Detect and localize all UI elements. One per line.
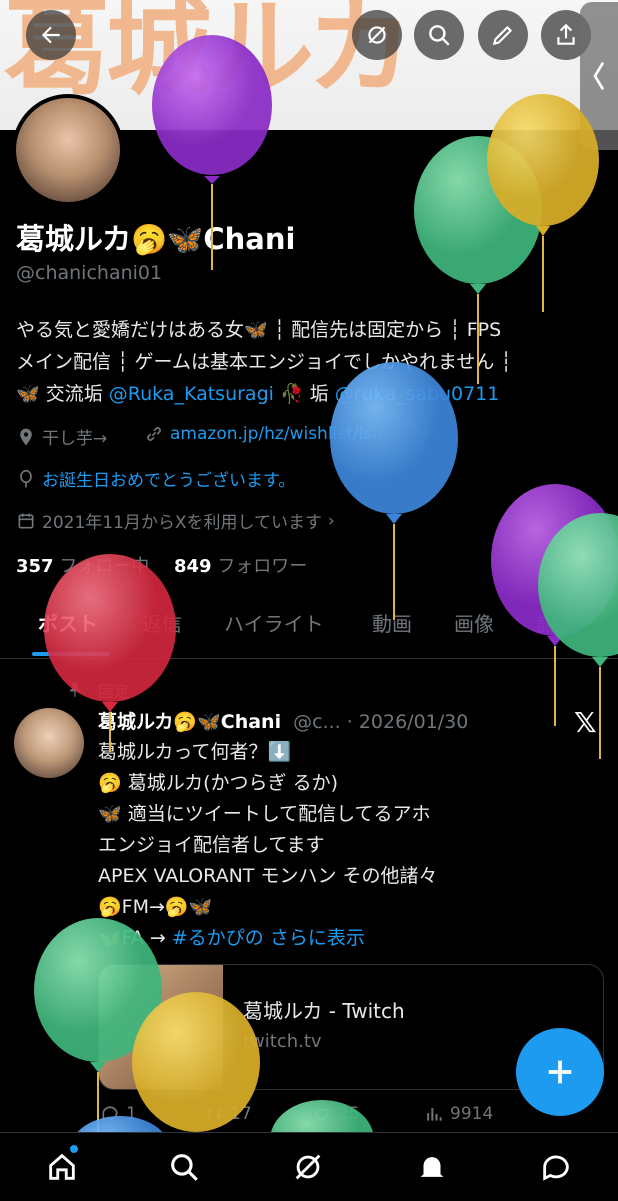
location: 干し芋→ [16,424,107,449]
back-button[interactable] [26,10,76,60]
bio-line: 🦋 交流垢 @Ruka_Katsuragi 🥀 垢 @ruka_sabu0711 [16,378,601,410]
notification-dot [70,1145,78,1153]
side-panel-handle[interactable] [580,2,618,150]
tab-highlights[interactable]: ハイライト [224,608,324,637]
nav-grok[interactable] [288,1147,328,1187]
profile-tabs: ポスト 返信 ハイライト 動画 画像 記事 [0,600,618,659]
reply-count: 1 [126,1104,137,1124]
nav-search[interactable] [164,1147,204,1187]
card-domain: twitch.tv [243,1031,322,1052]
hashtag-link[interactable]: #るかぴの [172,927,264,949]
like-button[interactable]: 25 [312,1104,360,1124]
post-handle-date: @c... · 2026/01/30 [293,711,469,733]
reply-icon [102,1106,118,1122]
nav-messages[interactable] [536,1147,576,1187]
back-arrow-icon [41,26,60,44]
notifications-icon [420,1157,444,1180]
following[interactable]: 357 フォロー中 [16,552,149,578]
views-icon [427,1108,442,1121]
handle: @chanichani01 [16,262,163,284]
reply-button[interactable]: 1 [100,1104,137,1124]
search-icon [429,25,450,46]
bio-link[interactable]: @Ruka_Katsuragi [109,383,274,405]
post-body[interactable]: 葛城ルカって何者？⬇️ 🥱 葛城ルカ(かつらぎ るか) 🦋 適当にツイートして配… [98,737,598,954]
following-count: 357 [16,556,54,577]
website[interactable]: amazon.jp/hz/wishlist/ls... [144,424,388,444]
heart-icon [315,1108,329,1122]
tab-videos[interactable]: 動画 [372,608,412,637]
post-line: エンジョイ配信者してます [98,834,325,856]
repost-button[interactable]: 17 [204,1104,252,1124]
tab-posts[interactable]: ポスト [38,608,98,637]
bio-line: メイン配信 ┆ ゲームは基本エンジョイでしかやれません ┆ [16,351,512,373]
tab-replies[interactable]: 返信 [142,608,182,637]
edit-button[interactable] [478,10,528,60]
views-button[interactable]: 9914 [424,1104,493,1124]
post-line: 葛城ルカって何者？⬇️ [98,741,292,763]
nav-home[interactable] [42,1147,82,1187]
website-link[interactable]: amazon.jp/hz/wishlist/ls... [170,424,388,444]
search-button[interactable] [414,10,464,60]
bottom-nav [0,1132,618,1201]
share-icon [557,23,575,45]
compose-button[interactable] [516,1028,604,1116]
followers[interactable]: 849 フォロワー [174,552,307,578]
edit-icon [492,25,513,46]
post-avatar[interactable] [14,708,84,778]
bio-link[interactable]: @ruka_sabu0711 [335,383,500,405]
post-header: 葛城ルカ🥱🦋Chani @c... · 2026/01/30 [98,707,468,734]
card-thumbnail [99,965,223,1089]
birthday-text: お誕生日おめでとうございます。 [42,471,296,491]
repost-count: 17 [230,1104,252,1124]
nav-notifications[interactable] [412,1147,452,1187]
chevron-left-icon [593,61,605,91]
pinned-label: 固定 [98,682,131,701]
location-text: 干し芋→ [42,429,108,449]
like-count: 25 [338,1104,360,1124]
post-line: 🥱 葛城ルカ(かつらぎ るか) [98,772,338,794]
pinned-indicator: 固定 [66,678,130,702]
grok-icon [295,1154,321,1180]
views-count: 9914 [450,1104,494,1124]
bio-text: 🦋 交流垢 [16,383,109,405]
tab-articles[interactable]: 記事 [536,608,576,637]
messages-icon [543,1155,569,1181]
post-author[interactable]: 葛城ルカ🥱🦋Chani [98,711,281,733]
post-line: 🥱FM→🥱🦋 [98,896,213,918]
joined-text: 2021年11月からXを利用しています [42,513,323,533]
balloon-icon [20,469,32,487]
link-icon [147,427,161,441]
grok-icon [368,26,386,44]
avatar[interactable] [12,94,124,206]
followers-label: フォロワー [217,556,308,577]
grok-button[interactable] [352,10,402,60]
followers-count: 849 [174,556,212,577]
post-line: APEX VALORANT モンハン その他諸々 [98,865,438,887]
show-more-link[interactable]: さらに表示 [270,927,365,949]
post-line: 🦋 適当にツイートして配信してるアホ [98,803,431,825]
search-icon [171,1154,198,1181]
post-line: 🦋FA → #るかぴの さらに表示 [98,923,598,954]
calendar-icon [18,513,34,528]
following-label: フォロー中 [59,556,150,577]
chevron-right-icon: › [328,510,335,531]
home-icon [49,1153,75,1180]
repost-icon [205,1107,223,1121]
pin-icon [69,682,81,697]
card-title: 葛城ルカ - Twitch [243,999,405,1023]
post-text: 🦋FA → [98,927,172,949]
active-tab-indicator [32,652,110,656]
plus-icon [548,1060,572,1084]
x-logo-icon[interactable]: 𝕏 [574,706,597,739]
joined-date: 2021年11月からXを利用しています › [16,508,335,533]
tab-images[interactable]: 画像 [454,608,494,637]
bio: やる気と愛嬌だけはある女🦋 ┆ 配信先は固定から ┆ FPS メイン配信 ┆ ゲ… [16,314,601,410]
birthday: お誕生日おめでとうございます。 [16,466,295,491]
bio-text: 🥀 垢 [273,383,335,405]
display-name: 葛城ルカ🥱🦋Chani [16,222,296,256]
location-icon [20,428,32,445]
bio-line: やる気と愛嬌だけはある女🦋 ┆ 配信先は固定から ┆ FPS [16,319,502,341]
